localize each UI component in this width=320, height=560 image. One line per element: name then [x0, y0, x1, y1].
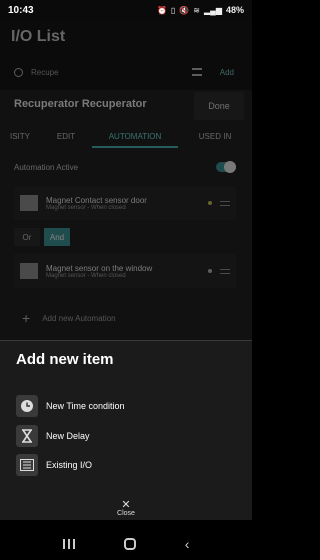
vibrate-icon: ▯ [170, 5, 176, 15]
tab-edit: EDIT [56, 132, 76, 141]
tab-used-in: USED IN [198, 132, 232, 141]
status-bar: 10:43 ⏰ ▯ 🔇 ≋ ▂▄▆ 48% [0, 0, 252, 20]
existing-io-item[interactable]: Existing I/O [16, 454, 236, 476]
automation-active-toggle [216, 161, 236, 173]
tab-automation: AUTOMATION [92, 126, 178, 148]
status-dot [208, 201, 212, 205]
condition-card: Magnet Contact sensor door Magnet sensor… [14, 186, 236, 220]
recents-icon[interactable] [62, 539, 75, 549]
home-icon[interactable] [123, 538, 136, 550]
clock-icon [16, 395, 38, 417]
back-icon[interactable]: ‹ [185, 536, 190, 552]
status-time: 10:43 [8, 4, 34, 16]
done-button: Done [194, 92, 244, 120]
add-link: Add [219, 67, 234, 77]
battery-level: 48% [225, 5, 244, 15]
condition-detail: Magnet sensor - When closed [46, 204, 126, 211]
sensor-thumbnail [20, 195, 38, 211]
and-button: And [44, 228, 70, 246]
item-label: Existing I/O [46, 460, 93, 470]
condition-detail: Magnet sensor - When closed [46, 272, 126, 279]
close-icon: ✕ [121, 499, 131, 511]
alarm-icon: ⏰ [156, 5, 167, 15]
condition-card: Magnet sensor on the window Magnet senso… [14, 254, 236, 288]
close-button[interactable]: ✕ Close [0, 499, 252, 518]
search-bar: Recupe Add [14, 62, 234, 82]
add-automation-row: + Add new Automation [22, 310, 116, 326]
filter-icon [191, 68, 202, 76]
condition-name: Magnet sensor on the window [46, 263, 153, 273]
item-label: New Delay [46, 431, 90, 441]
sensor-thumbnail [20, 263, 38, 279]
or-button: Or [14, 228, 40, 246]
add-item-sheet: Add new item New Time condition New Dela… [0, 341, 252, 520]
logic-selector: Or And [14, 228, 70, 246]
sheet-title: Add new item [16, 351, 114, 368]
automation-active-row: Automation Active [14, 161, 236, 173]
status-icons: ⏰ ▯ 🔇 ≋ ▂▄▆ 48% [157, 5, 244, 15]
mute-icon: 🔇 [179, 5, 190, 15]
search-input: Recupe [31, 67, 59, 77]
page-title: I/O List [11, 28, 66, 45]
search-icon [14, 67, 23, 77]
hourglass-icon [16, 425, 38, 447]
plus-icon: + [22, 310, 31, 326]
system-nav-bar: ‹ [0, 528, 252, 560]
new-delay-item[interactable]: New Delay [16, 425, 236, 447]
close-label: Close [117, 510, 135, 517]
status-dot [208, 269, 212, 273]
new-time-condition-item[interactable]: New Time condition [16, 395, 236, 417]
automation-active-label: Automation Active [14, 162, 79, 172]
signal-icon: ▂▄▆ [204, 5, 222, 15]
background-page: I/O List Recupe Add Recuperator Recupera… [0, 20, 252, 360]
condition-name: Magnet Contact sensor door [46, 195, 147, 205]
io-detail-panel: Recuperator Recuperator Done ISITY EDIT … [0, 90, 252, 360]
list-icon [16, 454, 38, 476]
tab-sensitivity: ISITY [9, 132, 30, 141]
tab-bar: ISITY EDIT AUTOMATION USED IN [0, 126, 252, 148]
add-automation-label: Add new Automation [42, 313, 116, 323]
drag-handle-icon [220, 200, 230, 206]
item-label: New Time condition [46, 401, 125, 411]
drag-handle-icon [220, 268, 230, 274]
wifi-icon: ≋ [193, 5, 200, 15]
panel-title: Recuperator Recuperator [14, 98, 147, 110]
